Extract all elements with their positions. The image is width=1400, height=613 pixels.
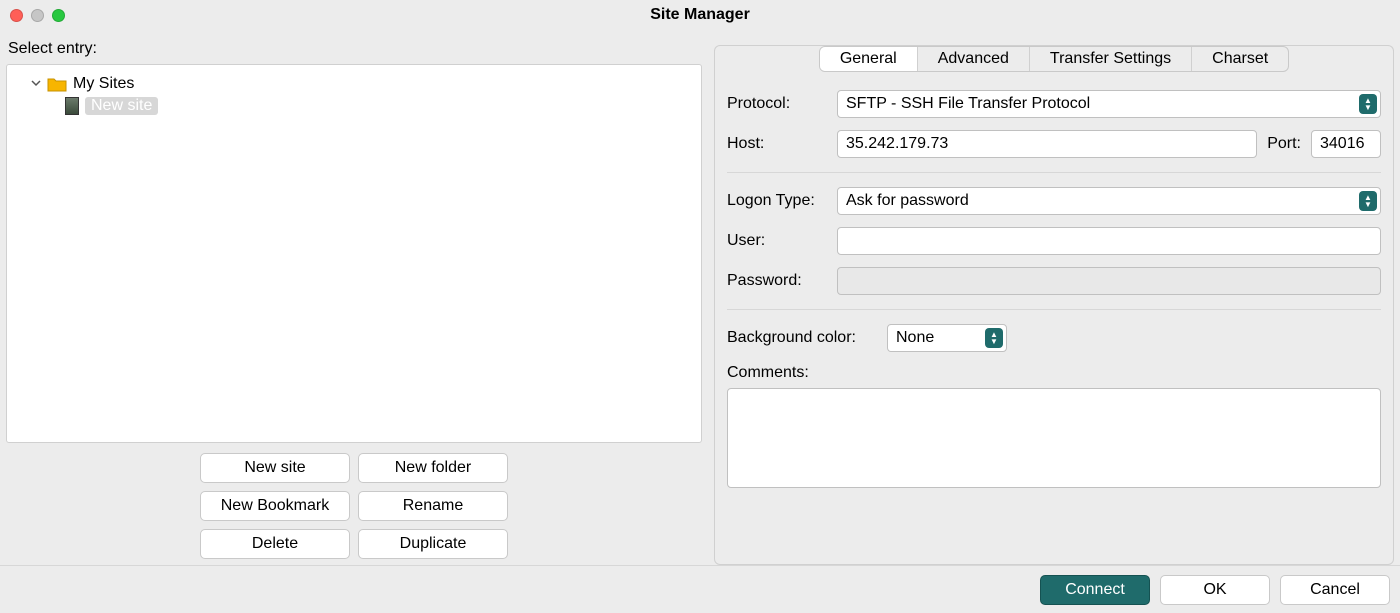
ok-button[interactable]: OK bbox=[1160, 575, 1270, 605]
chevron-down-icon[interactable] bbox=[31, 75, 41, 93]
logon-type-select[interactable]: Ask for password ▲▼ bbox=[837, 187, 1381, 215]
tab-charset[interactable]: Charset bbox=[1192, 47, 1288, 71]
password-label: Password: bbox=[727, 272, 827, 290]
new-bookmark-button[interactable]: New Bookmark bbox=[200, 491, 350, 521]
connect-button[interactable]: Connect bbox=[1040, 575, 1150, 605]
updown-icon: ▲▼ bbox=[1359, 94, 1377, 114]
bgcolor-value: None bbox=[896, 329, 934, 346]
new-folder-button[interactable]: New folder bbox=[358, 453, 508, 483]
rename-button[interactable]: Rename bbox=[358, 491, 508, 521]
maximize-window-button[interactable] bbox=[52, 9, 65, 22]
tab-advanced[interactable]: Advanced bbox=[918, 47, 1030, 71]
port-label: Port: bbox=[1267, 135, 1301, 153]
minimize-window-button[interactable] bbox=[31, 9, 44, 22]
protocol-value: SFTP - SSH File Transfer Protocol bbox=[846, 95, 1090, 112]
protocol-select[interactable]: SFTP - SSH File Transfer Protocol ▲▼ bbox=[837, 90, 1381, 118]
bgcolor-select[interactable]: None ▲▼ bbox=[887, 324, 1007, 352]
password-input bbox=[837, 267, 1381, 295]
site-tree[interactable]: My Sites New site bbox=[6, 64, 702, 443]
close-window-button[interactable] bbox=[10, 9, 23, 22]
duplicate-button[interactable]: Duplicate bbox=[358, 529, 508, 559]
general-panel: Protocol: SFTP - SSH File Transfer Proto… bbox=[714, 63, 1394, 565]
folder-icon bbox=[47, 76, 67, 92]
select-entry-label: Select entry: bbox=[6, 36, 702, 64]
tab-transfer-settings[interactable]: Transfer Settings bbox=[1030, 47, 1192, 71]
bgcolor-label: Background color: bbox=[727, 329, 877, 347]
tree-item-label: New site bbox=[85, 97, 158, 115]
window-title: Site Manager bbox=[0, 6, 1400, 24]
updown-icon: ▲▼ bbox=[1359, 191, 1377, 211]
updown-icon: ▲▼ bbox=[985, 328, 1003, 348]
dialog-footer: Connect OK Cancel bbox=[0, 565, 1400, 613]
user-label: User: bbox=[727, 232, 827, 250]
logon-type-value: Ask for password bbox=[846, 192, 969, 209]
tree-root-label: My Sites bbox=[73, 75, 134, 93]
tab-bar: General Advanced Transfer Settings Chars… bbox=[819, 46, 1289, 72]
port-input[interactable] bbox=[1311, 130, 1381, 158]
new-site-button[interactable]: New site bbox=[200, 453, 350, 483]
cancel-button[interactable]: Cancel bbox=[1280, 575, 1390, 605]
tree-item-new-site[interactable]: New site bbox=[13, 95, 695, 117]
delete-button[interactable]: Delete bbox=[200, 529, 350, 559]
host-label: Host: bbox=[727, 135, 827, 153]
server-icon bbox=[65, 97, 79, 115]
user-input[interactable] bbox=[837, 227, 1381, 255]
comments-textarea[interactable] bbox=[727, 388, 1381, 488]
tree-root-row[interactable]: My Sites bbox=[13, 73, 695, 95]
tab-general[interactable]: General bbox=[820, 47, 918, 71]
comments-label: Comments: bbox=[727, 364, 1381, 382]
host-input[interactable] bbox=[837, 130, 1257, 158]
protocol-label: Protocol: bbox=[727, 95, 827, 113]
titlebar: Site Manager bbox=[0, 0, 1400, 30]
logon-type-label: Logon Type: bbox=[727, 192, 827, 210]
